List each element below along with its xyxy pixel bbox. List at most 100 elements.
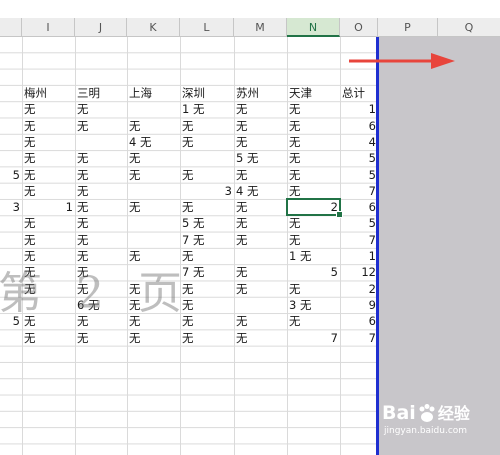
total-cell[interactable]: 1 — [340, 248, 378, 264]
table-cell[interactable] — [127, 183, 180, 199]
table-cell[interactable]: 无 — [127, 199, 180, 215]
column-header-m[interactable]: M — [234, 18, 287, 37]
row-lead-cell[interactable]: 5 — [0, 167, 22, 183]
table-cell[interactable]: 无 — [287, 183, 340, 199]
table-cell[interactable] — [127, 232, 180, 248]
table-cell[interactable]: 无 — [180, 330, 234, 346]
table-cell[interactable]: 无 — [22, 134, 75, 150]
total-cell[interactable]: 6 — [340, 313, 378, 329]
table-cell[interactable]: 无 — [75, 232, 127, 248]
table-cell[interactable] — [75, 134, 127, 150]
table-cell[interactable]: 无 — [180, 118, 234, 134]
table-cell[interactable]: 无 — [234, 313, 287, 329]
table-cell[interactable]: 1 无 — [180, 101, 234, 117]
total-cell[interactable]: 5 — [340, 167, 378, 183]
total-cell[interactable]: 7 — [340, 183, 378, 199]
table-cell[interactable]: 3 无 — [287, 297, 340, 313]
row-lead-cell[interactable] — [0, 134, 22, 150]
table-cell[interactable]: 无 — [234, 199, 287, 215]
table-cell[interactable]: 无 — [234, 167, 287, 183]
table-cell[interactable]: 无 — [180, 199, 234, 215]
table-cell[interactable]: 无 — [75, 215, 127, 231]
table-cell[interactable]: 4 无 — [234, 183, 287, 199]
total-cell[interactable]: 6 — [340, 199, 378, 215]
table-cell[interactable]: 无 — [75, 330, 127, 346]
table-cell[interactable] — [127, 215, 180, 231]
table-cell[interactable]: 无 — [22, 101, 75, 117]
table-cell[interactable]: 无 — [75, 167, 127, 183]
row-lead-cell[interactable] — [0, 150, 22, 166]
table-cell[interactable]: 无 — [287, 118, 340, 134]
table-cell[interactable]: 无 — [287, 167, 340, 183]
column-header-q[interactable]: Q — [438, 18, 500, 37]
table-cell[interactable]: 无 — [75, 118, 127, 134]
total-cell[interactable]: 5 — [340, 215, 378, 231]
column-header-p[interactable]: P — [378, 18, 438, 37]
table-cell[interactable]: 无 — [75, 150, 127, 166]
table-cell[interactable]: 无 — [75, 199, 127, 215]
table-header-cell[interactable]: 上海 — [127, 85, 180, 101]
table-cell[interactable]: 5 无 — [180, 215, 234, 231]
column-header-h-partial[interactable] — [0, 18, 22, 37]
table-header-cell[interactable]: 苏州 — [234, 85, 287, 101]
table-cell[interactable]: 无 — [180, 167, 234, 183]
table-cell[interactable]: 无 — [22, 330, 75, 346]
total-cell[interactable]: 4 — [340, 134, 378, 150]
total-cell[interactable]: 6 — [340, 118, 378, 134]
table-header-cell[interactable]: 深圳 — [180, 85, 234, 101]
row-lead-cell[interactable] — [0, 232, 22, 248]
column-header-o[interactable]: O — [340, 18, 378, 37]
table-cell[interactable]: 无 — [75, 183, 127, 199]
table-cell[interactable]: 4 无 — [127, 134, 180, 150]
table-cell[interactable]: 无 — [234, 134, 287, 150]
table-cell[interactable]: 7 无 — [180, 232, 234, 248]
row-lead-cell[interactable] — [0, 330, 22, 346]
total-cell[interactable]: 7 — [340, 232, 378, 248]
table-cell[interactable]: 无 — [22, 215, 75, 231]
table-cell[interactable]: 无 — [180, 134, 234, 150]
table-header-cell[interactable]: 总计 — [340, 85, 378, 101]
table-cell[interactable]: 5 — [287, 264, 340, 280]
table-cell[interactable]: 无 — [127, 330, 180, 346]
total-cell[interactable]: 2 — [340, 281, 378, 297]
total-cell[interactable]: 12 — [340, 264, 378, 280]
sheet-grid[interactable]: 梅州 三明 上海 深圳 苏州 天津 总计无无 1 无无无1无无无无无无6无4 无无无无4无无无… — [0, 37, 378, 455]
table-cell[interactable]: 无 — [127, 118, 180, 134]
table-cell[interactable]: 无 — [234, 232, 287, 248]
table-cell[interactable]: 无 — [287, 215, 340, 231]
row-lead-cell[interactable] — [0, 118, 22, 134]
total-cell[interactable]: 1 — [340, 101, 378, 117]
table-cell[interactable]: 1 — [22, 199, 75, 215]
active-cell[interactable] — [286, 198, 343, 219]
table-cell[interactable] — [234, 248, 287, 264]
table-cell[interactable]: 无 — [234, 215, 287, 231]
table-cell[interactable]: 无 — [287, 134, 340, 150]
table-cell[interactable]: 无 — [22, 118, 75, 134]
table-cell[interactable]: 无 — [287, 232, 340, 248]
table-cell[interactable] — [180, 150, 234, 166]
table-cell[interactable]: 3 — [180, 183, 234, 199]
table-cell[interactable]: 无 — [234, 118, 287, 134]
table-cell[interactable]: 无 — [127, 167, 180, 183]
row-lead-cell[interactable] — [0, 215, 22, 231]
table-header-cell[interactable]: 三明 — [75, 85, 127, 101]
column-header-l[interactable]: L — [180, 18, 234, 37]
table-cell[interactable]: 无 — [287, 313, 340, 329]
table-cell[interactable]: 无 — [22, 232, 75, 248]
row-lead-cell[interactable] — [0, 101, 22, 117]
total-cell[interactable]: 7 — [340, 330, 378, 346]
column-header-n[interactable]: N — [287, 18, 340, 37]
table-cell[interactable]: 无 — [287, 281, 340, 297]
table-cell[interactable] — [234, 297, 287, 313]
table-header-cell[interactable]: 梅州 — [22, 85, 75, 101]
column-header-i[interactable]: I — [22, 18, 75, 37]
table-cell[interactable]: 无 — [287, 150, 340, 166]
table-cell[interactable]: 无 — [127, 150, 180, 166]
table-cell[interactable]: 无 — [234, 101, 287, 117]
table-cell[interactable] — [127, 101, 180, 117]
column-header-k[interactable]: K — [127, 18, 180, 37]
table-cell[interactable]: 5 无 — [234, 150, 287, 166]
table-cell[interactable]: 无 — [234, 330, 287, 346]
table-cell[interactable]: 无 — [22, 167, 75, 183]
table-header-cell[interactable]: 天津 — [287, 85, 340, 101]
